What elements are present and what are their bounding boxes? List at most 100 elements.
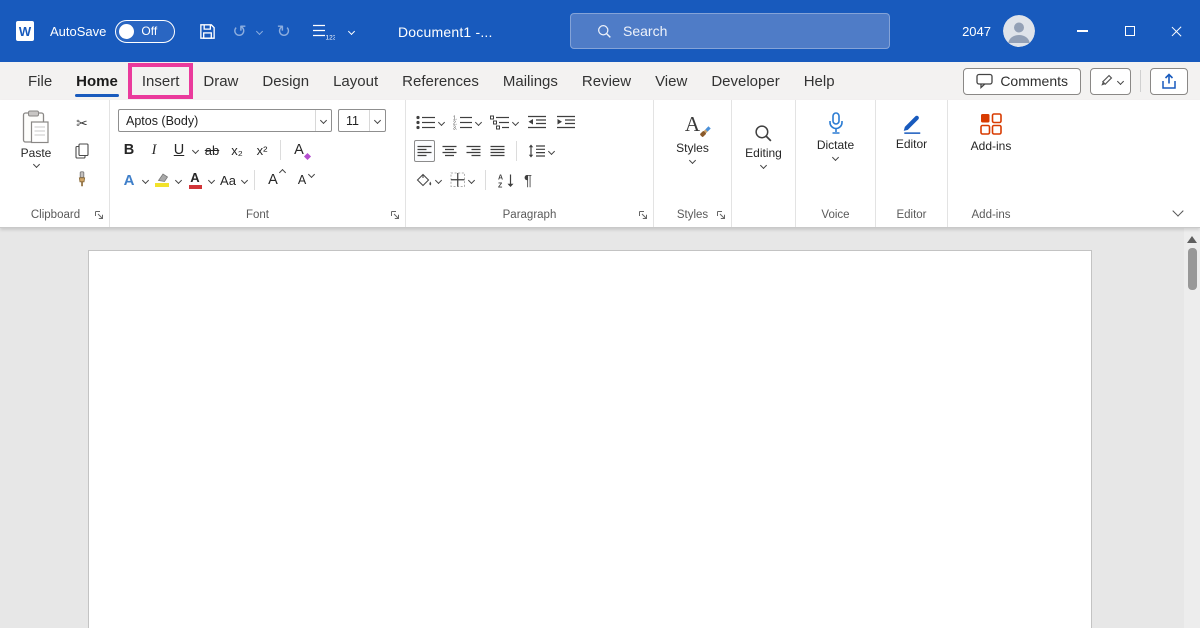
copy-button[interactable] — [69, 139, 95, 163]
text-effects-dropdown-icon[interactable] — [142, 176, 149, 183]
styles-dropdown-icon — [689, 157, 696, 164]
svg-text:123: 123 — [325, 35, 335, 41]
quick-access-dropdown-icon[interactable] — [348, 27, 355, 34]
shrink-font-button[interactable]: A — [291, 168, 313, 192]
tab-design[interactable]: Design — [250, 62, 321, 100]
decrease-indent-button[interactable] — [525, 111, 549, 133]
borders-dropdown-icon — [468, 176, 475, 183]
align-left-icon — [417, 145, 432, 157]
cut-button[interactable]: ✂ — [69, 111, 95, 135]
ribbon: Paste ✂ — [0, 100, 1200, 228]
dialog-launcher-icon — [94, 210, 105, 221]
save-icon — [198, 22, 217, 41]
justify-icon — [490, 145, 505, 157]
vertical-scrollbar[interactable] — [1184, 228, 1200, 628]
text-effects-letter: A — [124, 172, 135, 189]
undo-dropdown-icon[interactable] — [256, 27, 263, 34]
tab-layout[interactable]: Layout — [321, 62, 390, 100]
multilevel-list-button[interactable] — [488, 111, 520, 133]
share-button[interactable] — [1150, 68, 1188, 95]
tab-review[interactable]: Review — [570, 62, 643, 100]
numbering-button[interactable]: 1. 2. 3. — [451, 111, 483, 133]
sort-button[interactable]: A Z — [495, 169, 517, 191]
minimize-icon — [1077, 30, 1088, 32]
line-numbering-button[interactable]: 123 — [307, 18, 340, 44]
change-case-dropdown-icon[interactable] — [241, 176, 248, 183]
clipboard-group: Paste ✂ — [2, 100, 110, 227]
dictate-dropdown-icon — [832, 154, 839, 161]
addins-button[interactable]: Add-ins — [948, 100, 1034, 153]
font-color-button[interactable]: A — [184, 168, 206, 192]
addins-button-label: Add-ins — [971, 139, 1012, 153]
minimize-button[interactable] — [1059, 0, 1106, 62]
save-button[interactable] — [193, 18, 222, 45]
tab-home[interactable]: Home — [64, 62, 130, 100]
justify-button[interactable] — [488, 140, 507, 162]
paste-label: Paste — [21, 146, 52, 160]
increase-indent-button[interactable] — [554, 111, 578, 133]
word-app-icon[interactable]: W — [14, 19, 36, 43]
clear-formatting-eraser-icon — [304, 153, 311, 160]
font-row-divider — [280, 140, 281, 160]
change-case-button[interactable]: Aa — [217, 168, 239, 192]
autosave-toggle[interactable]: Off — [115, 20, 175, 43]
undo-button[interactable]: ↺ — [227, 19, 251, 44]
shading-button[interactable] — [414, 169, 443, 191]
dictate-button[interactable]: Dictate — [796, 100, 875, 160]
underline-button[interactable]: U — [168, 138, 190, 162]
italic-button[interactable]: I — [143, 138, 165, 162]
comments-button[interactable]: Comments — [963, 68, 1081, 95]
font-name-combo[interactable]: Aptos (Body) — [118, 109, 332, 132]
line-spacing-button[interactable] — [526, 140, 556, 162]
collapse-ribbon-icon[interactable] — [1172, 205, 1183, 216]
text-highlight-dropdown-icon[interactable] — [175, 176, 182, 183]
underline-dropdown-icon[interactable] — [192, 146, 199, 153]
bullets-button[interactable] — [414, 111, 446, 133]
tab-insert[interactable]: Insert — [130, 62, 192, 100]
scrollbar-thumb[interactable] — [1188, 248, 1197, 290]
font-dialog-launcher[interactable] — [390, 210, 401, 221]
styles-dialog-launcher[interactable] — [716, 210, 727, 221]
align-left-button[interactable] — [414, 140, 435, 162]
tab-developer[interactable]: Developer — [699, 62, 791, 100]
show-hide-marks-button[interactable]: ¶ — [522, 169, 534, 191]
scroll-up-arrow-icon[interactable] — [1187, 236, 1197, 243]
editing-group: Editing — [732, 100, 796, 227]
editor-button[interactable]: Editor — [876, 100, 947, 151]
tab-view[interactable]: View — [643, 62, 699, 100]
borders-button[interactable] — [448, 169, 476, 191]
account-avatar[interactable] — [1003, 15, 1035, 47]
paste-button[interactable]: Paste — [11, 110, 61, 191]
text-effects-button[interactable]: A — [118, 168, 140, 192]
font-size-combo[interactable]: 11 — [338, 109, 386, 132]
multilevel-list-icon — [490, 115, 510, 130]
tab-draw[interactable]: Draw — [191, 62, 250, 100]
tab-help[interactable]: Help — [792, 62, 847, 100]
document-page[interactable] — [88, 250, 1092, 628]
search-input[interactable]: Search — [570, 13, 890, 49]
text-highlight-button[interactable] — [151, 168, 173, 192]
close-button[interactable] — [1153, 0, 1200, 62]
clipboard-dialog-launcher[interactable] — [94, 210, 105, 221]
font-group: Aptos (Body) 11 B I U ab x₂ x² — [110, 100, 406, 227]
redo-button[interactable]: ↻ — [272, 19, 296, 44]
paragraph-dialog-launcher[interactable] — [638, 210, 649, 221]
tab-references[interactable]: References — [390, 62, 491, 100]
grow-font-button[interactable]: A — [262, 168, 284, 192]
format-painter-button[interactable] — [69, 167, 95, 191]
styles-button[interactable]: A Styles — [654, 100, 731, 163]
clear-formatting-button[interactable]: A — [288, 138, 310, 162]
shrink-font-letter: A — [298, 173, 306, 187]
tab-file[interactable]: File — [16, 62, 64, 100]
subscript-button[interactable]: x₂ — [226, 138, 248, 162]
strikethrough-button[interactable]: ab — [201, 138, 223, 162]
superscript-button[interactable]: x² — [251, 138, 273, 162]
maximize-button[interactable] — [1106, 0, 1153, 62]
align-center-button[interactable] — [440, 140, 459, 162]
bold-button[interactable]: B — [118, 138, 140, 162]
font-color-dropdown-icon[interactable] — [208, 176, 215, 183]
editing-mode-button[interactable] — [1090, 68, 1131, 95]
tab-mailings[interactable]: Mailings — [491, 62, 570, 100]
editing-button[interactable]: Editing — [732, 100, 795, 168]
align-right-button[interactable] — [464, 140, 483, 162]
